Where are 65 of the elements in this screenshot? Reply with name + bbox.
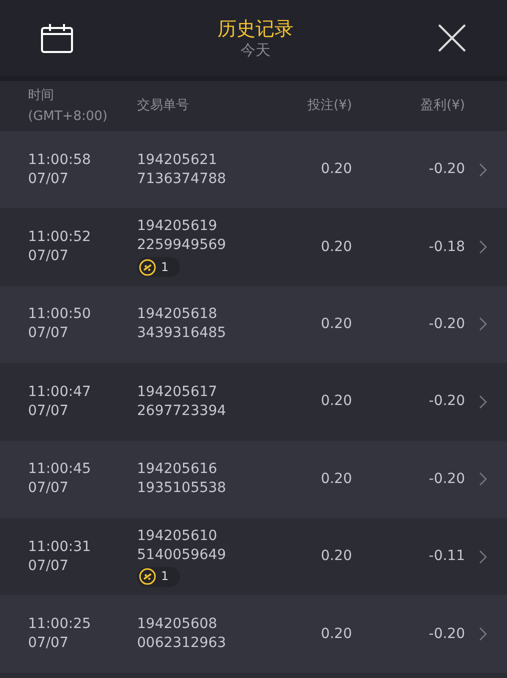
time-text: 11:00:25 <box>28 615 92 634</box>
time-text: 11:00:52 <box>28 228 92 248</box>
profit-amount: -0.20 <box>428 392 465 412</box>
order-number: 0062312963 <box>137 634 228 654</box>
date-filter-label: 今天 <box>240 41 270 59</box>
column-header: 时间 (GMT+8:00) <box>27 87 108 126</box>
order-number: 7136374788 <box>137 170 228 189</box>
order-number: 194205618 <box>137 305 218 324</box>
time-text: 11:00:58 <box>28 150 92 170</box>
history-row[interactable]: 11:00:58 07/07 194205621 7136374788 0.20 -0.20 <box>0 131 507 208</box>
chevron-right-icon[interactable] <box>479 317 487 332</box>
time-text: 11:00:47 <box>28 382 92 402</box>
bet-amount: 0.20 <box>320 314 352 334</box>
date-text: 07/07 <box>28 247 70 266</box>
order-number: 194205621 <box>137 150 218 170</box>
page-title: 历史记录 <box>218 17 294 41</box>
date-text: 07/07 <box>28 170 70 189</box>
chevron-right-icon[interactable] <box>479 550 487 564</box>
column-header: 盈利(¥) <box>420 97 465 116</box>
close-icon[interactable] <box>437 23 467 53</box>
chevron-right-icon[interactable] <box>479 162 487 177</box>
history-row[interactable]: 11:00:25 07/07 194205608 0062312963 0.20 -0.20 <box>0 595 507 673</box>
bet-amount: 0.20 <box>320 238 352 257</box>
time-text: 11:00:50 <box>28 305 92 324</box>
bet-amount: 0.20 <box>320 392 352 412</box>
time-text: 11:00:45 <box>28 460 92 480</box>
chevron-right-icon[interactable] <box>479 627 487 642</box>
date-text: 07/07 <box>28 402 70 421</box>
chevron-right-icon[interactable] <box>479 240 487 254</box>
chevron-right-icon[interactable] <box>479 472 487 486</box>
profit-amount: -0.18 <box>428 238 465 257</box>
column-header: 投注(¥) <box>306 97 352 116</box>
order-number: 1935105538 <box>137 479 228 498</box>
bet-amount: 0.20 <box>320 547 352 566</box>
history-row[interactable]: 11:00:45 07/07 194205616 1935105538 0.20 -0.20 <box>0 440 507 518</box>
time-text: 11:00:31 <box>28 538 92 557</box>
date-text: 07/07 <box>28 634 70 654</box>
history-row[interactable]: 11:00:50 07/07 194205618 3439316485 0.20 -0.20 <box>0 286 507 364</box>
profit-amount: -0.20 <box>428 314 465 334</box>
order-number: 2259949569 <box>137 236 228 256</box>
profit-amount: -0.11 <box>428 547 465 566</box>
date-text: 07/07 <box>28 556 70 576</box>
profit-amount: -0.20 <box>428 160 465 180</box>
profit-amount: -0.20 <box>428 624 465 644</box>
order-number: 194205616 <box>137 460 218 480</box>
badge-count: 1 <box>161 568 169 586</box>
order-number: 194205619 <box>137 217 218 236</box>
order-number: 2697723394 <box>137 402 228 421</box>
coin-icon <box>139 568 156 586</box>
column-header: 交易单号 <box>137 97 190 116</box>
order-number: 3439316485 <box>137 324 228 344</box>
coin-icon <box>139 258 156 276</box>
bet-amount: 0.20 <box>320 624 352 644</box>
badge-count: 1 <box>161 258 169 276</box>
date-text: 07/07 <box>28 479 70 498</box>
order-number: 194205610 <box>137 526 218 546</box>
chevron-right-icon[interactable] <box>479 394 487 409</box>
profit-amount: -0.20 <box>428 470 465 489</box>
date-text: 07/07 <box>28 324 70 344</box>
bet-amount: 0.20 <box>320 470 352 489</box>
bet-amount: 0.20 <box>320 160 352 180</box>
calendar-icon[interactable] <box>40 23 74 53</box>
order-number: 194205617 <box>137 382 218 402</box>
order-number: 194205608 <box>137 615 218 634</box>
order-number: 5140059649 <box>137 546 228 565</box>
